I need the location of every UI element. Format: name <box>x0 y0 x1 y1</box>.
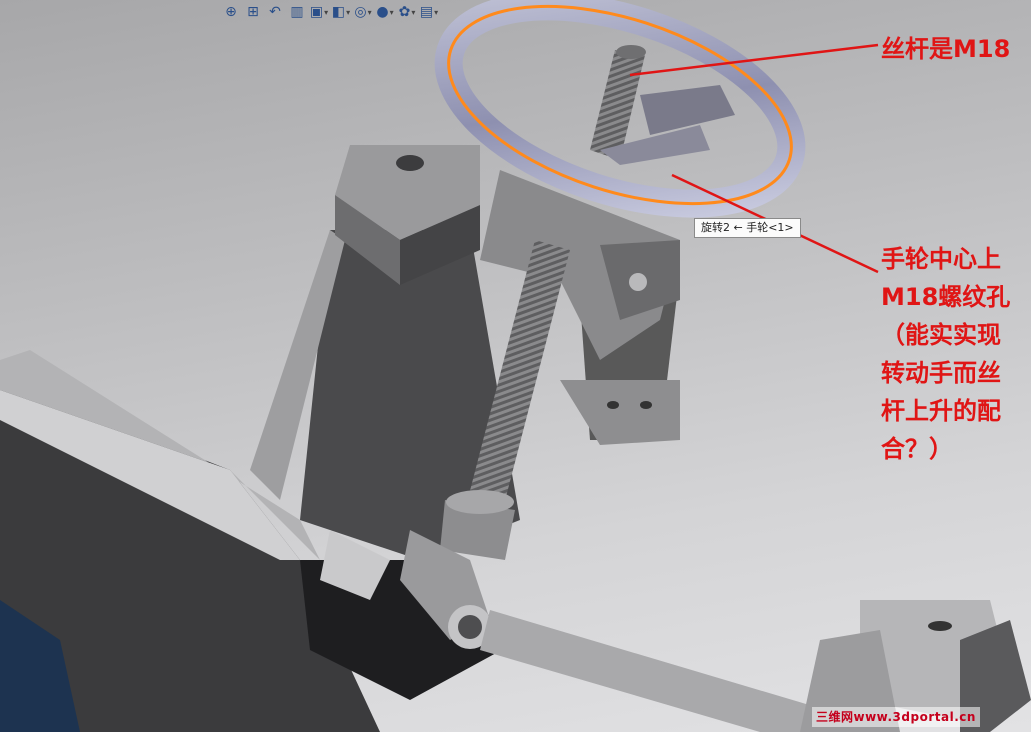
heads-up-view-toolbar: ⊕⊞↶▥▣◧◎●✿▤ <box>222 0 438 24</box>
annotation-screw-m18: 丝杆是M18 <box>881 35 1011 63</box>
previous-view-icon[interactable]: ↶ <box>266 3 284 21</box>
apply-scene-icon[interactable]: ✿ <box>398 3 416 21</box>
annotation-line: 杆上升的配 <box>881 397 1001 425</box>
zoom-area-icon[interactable]: ⊞ <box>244 3 262 21</box>
display-style-icon[interactable]: ◧ <box>332 3 350 21</box>
annotation-line: （能实实现 <box>881 321 1001 349</box>
view-orientation-icon[interactable]: ▣ <box>310 3 328 21</box>
hide-show-items-icon[interactable]: ◎ <box>354 3 372 21</box>
tooltip-mate-label: 旋转2 ← 手轮<1> <box>694 218 801 238</box>
section-view-icon[interactable]: ▥ <box>288 3 306 21</box>
annotation-handwheel-question: 手轮中心上 M18螺纹孔 （能实实现 转动手而丝 杆上升的配 合？） <box>881 240 1031 468</box>
cad-3d-viewport[interactable] <box>0 0 1031 732</box>
annotation-line: 转动手而丝 <box>881 359 1001 387</box>
view-settings-icon[interactable]: ▤ <box>420 3 438 21</box>
site-watermark: 三维网www.3dportal.cn <box>812 707 980 727</box>
edit-appearance-icon[interactable]: ● <box>376 3 394 21</box>
annotation-line: 合？） <box>881 435 953 463</box>
annotation-line: 手轮中心上 <box>881 245 1001 273</box>
zoom-to-fit-icon[interactable]: ⊕ <box>222 3 240 21</box>
annotation-line: M18螺纹孔 <box>881 283 1011 311</box>
